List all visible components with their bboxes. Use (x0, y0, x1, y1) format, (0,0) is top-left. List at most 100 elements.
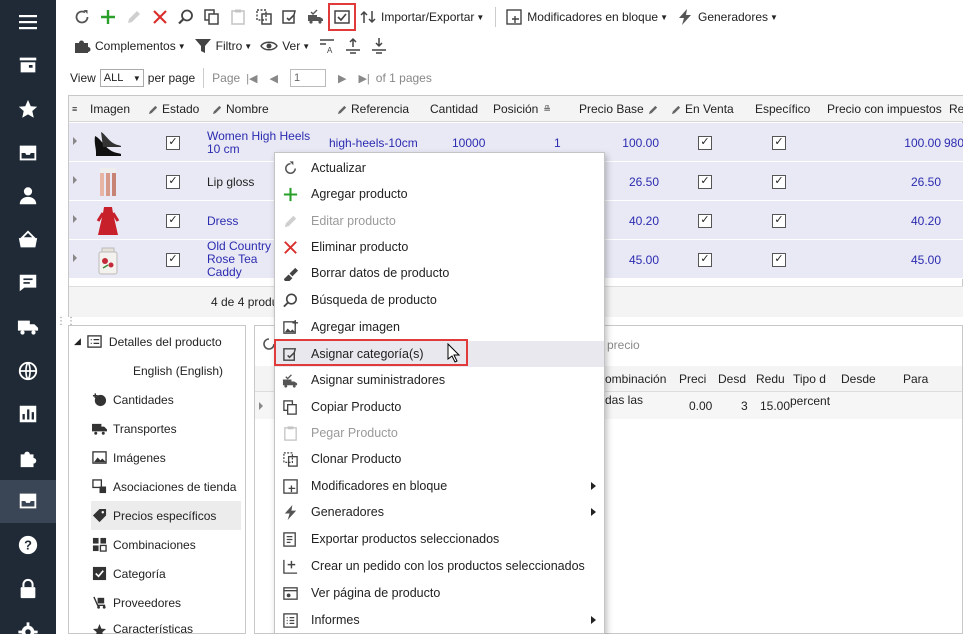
tree-item-shop-associations[interactable]: Asociaciones de tienda (91, 472, 267, 501)
collapse-button[interactable] (367, 34, 391, 58)
assign-category-toolbar-button[interactable] (278, 5, 302, 29)
splitter-handle-icon[interactable]: ⋮⋮ (56, 316, 76, 327)
chat-icon[interactable] (0, 262, 56, 306)
on-sale-checkbox[interactable]: ✓ (698, 162, 712, 201)
lock-icon[interactable] (0, 567, 56, 611)
product-price-tax[interactable]: 100.00 (881, 123, 941, 162)
page-input[interactable]: 1 (290, 69, 326, 87)
row-expand-icon[interactable] (73, 215, 77, 223)
menu-item-bulk-modify[interactable]: Modificadores en bloque (275, 473, 604, 499)
globe-icon[interactable] (0, 349, 56, 393)
menu-item-paste[interactable]: Pegar Producto (275, 420, 604, 446)
specific-checkbox[interactable]: ✓ (772, 240, 786, 279)
store-icon[interactable] (0, 44, 56, 88)
settings-gear-icon[interactable] (0, 610, 56, 634)
paste-button[interactable] (226, 5, 250, 29)
expand-button[interactable] (341, 34, 365, 58)
col-extra[interactable]: Re (949, 96, 963, 122)
menu-item-view-page[interactable]: Ver página de producto (275, 580, 604, 606)
hamburger-menu-icon[interactable] (0, 0, 56, 44)
assign-suppliers-toolbar-button[interactable] (304, 5, 328, 29)
product-base-price[interactable]: 26.50 (599, 162, 659, 201)
col-base-price[interactable]: Precio Base (579, 96, 662, 122)
tree-item-carriers[interactable]: Transportes (91, 414, 267, 443)
star-icon[interactable] (0, 87, 56, 131)
next-page-icon[interactable]: ▶ (338, 72, 346, 85)
tree-item-product-details[interactable]: ◢ Detalles del producto (74, 327, 250, 356)
menu-item-plus[interactable]: Agregar producto (275, 181, 604, 207)
tree-collapse-icon[interactable]: ◢ (74, 336, 81, 347)
copy-button[interactable] (200, 5, 224, 29)
tree-item-specific-prices[interactable]: Precios específicos (91, 501, 241, 530)
specific-checkbox[interactable]: ✓ (772, 123, 786, 162)
view-menu[interactable]: Ver ▼ (257, 34, 313, 58)
delete-button[interactable] (148, 5, 172, 29)
tree-item-category[interactable]: Categoría (91, 559, 267, 588)
tree-item-images[interactable]: Imágenes (91, 443, 267, 472)
product-base-price[interactable]: 40.20 (599, 201, 659, 240)
col-name[interactable]: Nombre (212, 96, 269, 122)
edit-button[interactable] (122, 5, 146, 29)
col-specific[interactable]: Específico (755, 96, 810, 122)
column-menu-icon[interactable]: ≡ (72, 96, 77, 122)
menu-item-refresh[interactable]: Actualizar (275, 155, 604, 181)
inbox-icon[interactable] (0, 131, 56, 175)
product-base-price[interactable]: 45.00 (599, 240, 659, 279)
row-expand-icon[interactable] (73, 137, 77, 145)
bulk-modifiers-menu[interactable]: Modificadores en bloque ▼ (502, 5, 671, 29)
status-checkbox[interactable]: ✓ (166, 162, 180, 201)
col-combination[interactable]: ombinación (605, 366, 666, 392)
menu-item-add-image[interactable]: Agregar imagen (275, 314, 604, 340)
col-on-sale[interactable]: En Venta (671, 96, 734, 122)
menu-item-create-order[interactable]: Crear un pedido con los productos selecc… (275, 553, 604, 579)
status-checkbox[interactable]: ✓ (166, 240, 180, 279)
menu-item-eraser[interactable]: Borrar datos de producto (275, 260, 604, 286)
menu-item-export[interactable]: Exportar productos seleccionados (275, 526, 604, 552)
product-name[interactable]: Lip gloss (207, 162, 254, 201)
col-price-tax[interactable]: Precio con impuestos (827, 96, 942, 122)
search-button[interactable] (174, 5, 198, 29)
row-expand-icon[interactable] (73, 176, 77, 184)
col-to-date[interactable]: Para (903, 366, 928, 392)
refresh-button[interactable] (70, 5, 94, 29)
product-name[interactable]: Old Country Rose Tea Caddy (207, 240, 277, 279)
col-status[interactable]: Estado (148, 96, 199, 122)
tree-item-suppliers[interactable]: Proveedores (91, 588, 267, 617)
menu-item-copy[interactable]: Copiar Producto (275, 394, 604, 420)
menu-item-pencil[interactable]: Editar producto (275, 208, 604, 234)
on-sale-checkbox[interactable]: ✓ (698, 240, 712, 279)
catalog-icon[interactable] (0, 479, 56, 524)
product-price-tax[interactable]: 45.00 (881, 240, 941, 279)
addons-menu[interactable]: Complementos ▼ (70, 34, 189, 58)
last-page-icon[interactable]: ▶| (358, 72, 369, 85)
menu-item-clone[interactable]: Clonar Producto (275, 446, 604, 472)
menu-item-report[interactable]: Informes (275, 607, 604, 633)
menu-item-truck-check[interactable]: Asignar suministradores (275, 367, 604, 393)
product-name[interactable]: Dress (207, 201, 238, 240)
col-quantity[interactable]: Cantidad (430, 96, 478, 122)
add-button[interactable] (96, 5, 120, 29)
on-sale-checkbox[interactable]: ✓ (698, 201, 712, 240)
import-export-menu[interactable]: Importar/Exportar ▼ (356, 5, 487, 29)
status-checkbox[interactable]: ✓ (166, 201, 180, 240)
help-icon[interactable]: ? (0, 523, 56, 567)
tree-item-combinations[interactable]: Combinaciones (91, 530, 267, 559)
tree-item-features[interactable]: Características (91, 617, 267, 634)
product-extra-value[interactable]: 980 (944, 123, 963, 162)
per-page-select[interactable]: ALL ▼ (99, 69, 144, 87)
prev-page-icon[interactable]: ◀ (270, 72, 278, 85)
status-checkbox[interactable]: ✓ (166, 123, 180, 162)
menu-item-delete-x[interactable]: Eliminar producto (275, 234, 604, 260)
menu-item-lightning[interactable]: Generadores (275, 499, 604, 525)
stats-icon[interactable] (0, 392, 56, 436)
col-reduction[interactable]: Redu (756, 366, 785, 392)
user-icon[interactable] (0, 174, 56, 218)
basket-icon[interactable] (0, 218, 56, 262)
product-price-tax[interactable]: 40.20 (881, 201, 941, 240)
col-from-date[interactable]: Desde (841, 366, 876, 392)
menu-item-search[interactable]: Búsqueda de producto (275, 287, 604, 313)
col-position[interactable]: Posición ≞ (493, 96, 551, 122)
col-reference[interactable]: Referencia (337, 96, 409, 122)
on-sale-checkbox[interactable]: ✓ (698, 123, 712, 162)
tree-item-quantities[interactable]: Cantidades (91, 385, 267, 414)
